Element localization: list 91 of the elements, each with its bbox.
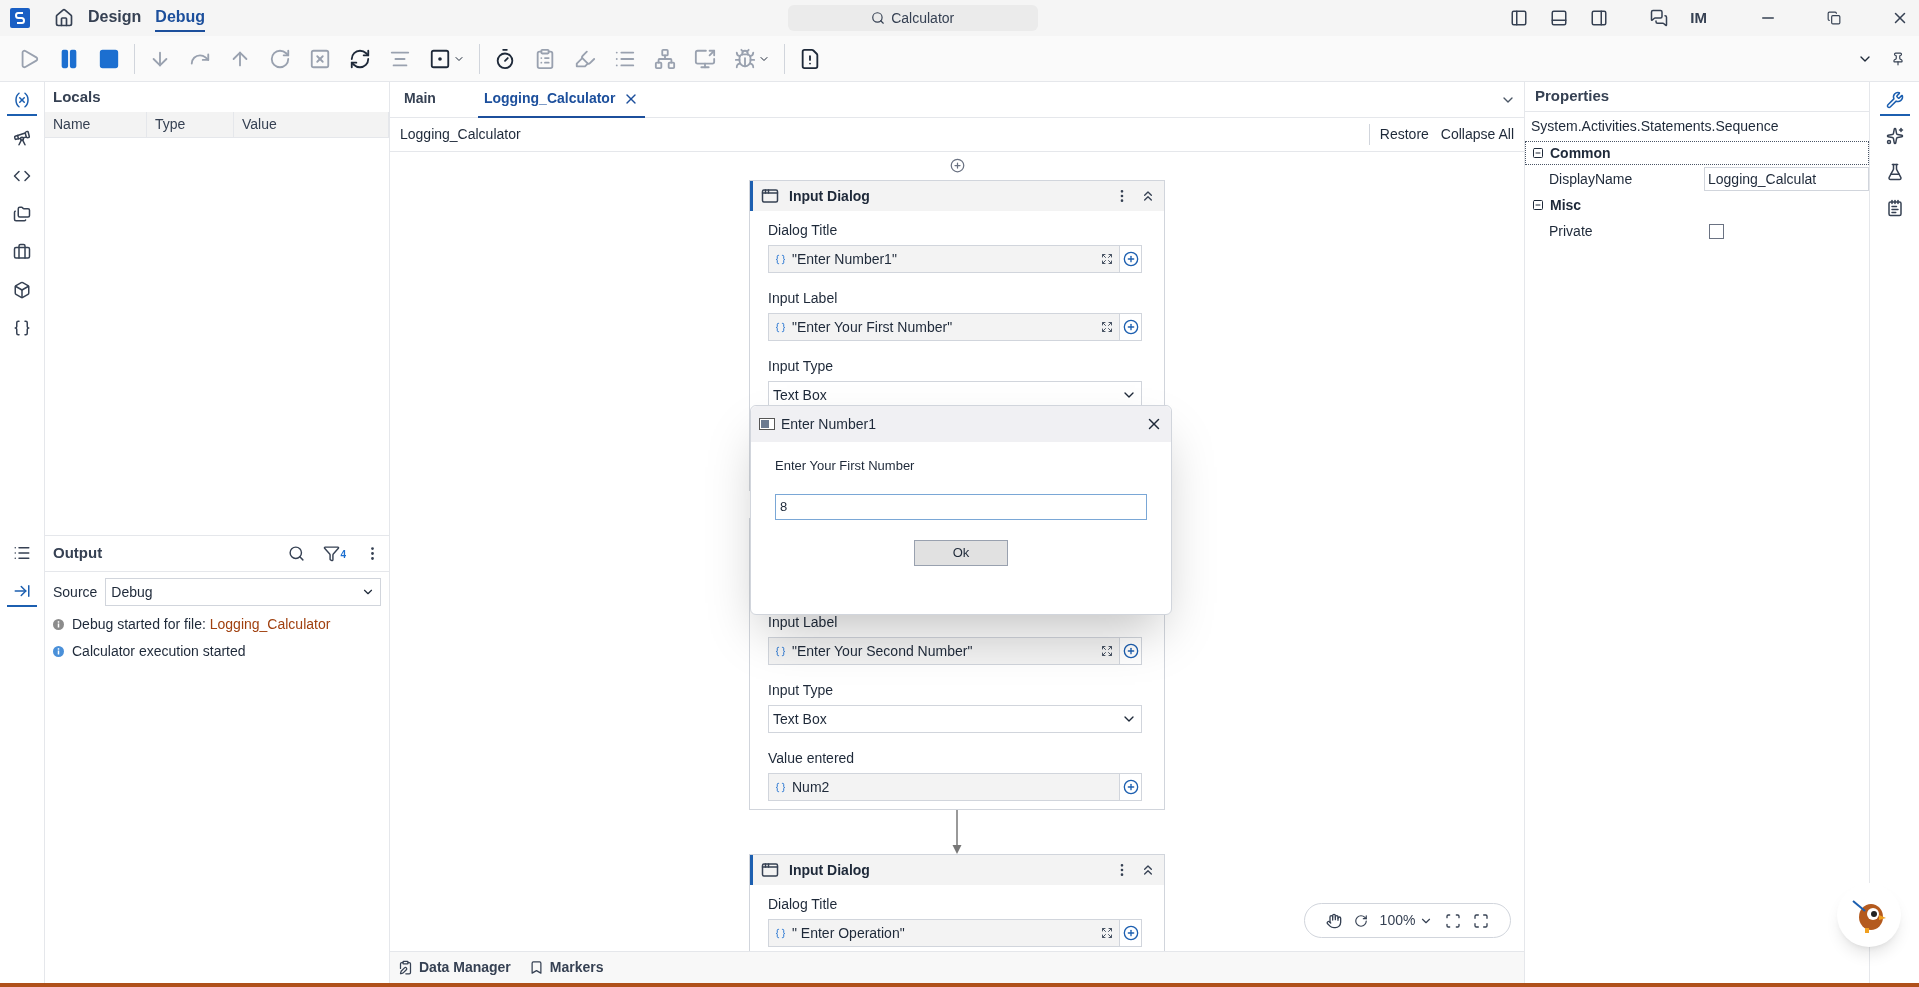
retry-icon [349, 47, 371, 70]
variables-icon [13, 91, 31, 109]
bottom-tab[interactable]: Markers [528, 957, 604, 978]
ok-button[interactable]: Ok [914, 539, 1008, 566]
panel-title: Output [53, 543, 104, 564]
property-name: Private [1549, 221, 1594, 241]
column-header[interactable]: Value [234, 112, 389, 137]
activity-title: Input Dialog [789, 860, 871, 880]
mode-tab[interactable]: Debug [155, 4, 206, 32]
dialog-window-icon [761, 187, 779, 205]
report-icon [799, 47, 821, 70]
field-label: Input Label [768, 289, 839, 308]
source-select[interactable]: Debug [105, 578, 381, 606]
filter-button[interactable]: 4 [323, 545, 346, 562]
mode-tab[interactable]: Design [88, 4, 142, 32]
document-tab[interactable]: Logging_Calculator [477, 81, 646, 118]
source-label: Source [53, 582, 98, 602]
connector-arrow [952, 810, 962, 854]
folders-icon [13, 205, 31, 223]
close-icon [309, 47, 331, 70]
breadcrumb[interactable]: Logging_Calculator [400, 124, 1369, 145]
screen-icon [694, 47, 716, 70]
cube-icon [13, 281, 31, 299]
panel-title: Properties [1535, 86, 1610, 107]
checkbox[interactable] [1709, 223, 1724, 239]
pin-icon[interactable] [1891, 51, 1905, 66]
reset-icon[interactable] [1353, 913, 1368, 928]
output-message: Debug started for file: Logging_Calculator [72, 615, 331, 634]
dialog-prompt: Enter Your First Number [774, 457, 916, 475]
bookmark-icon [528, 960, 544, 975]
left-panel-icon[interactable] [1510, 9, 1529, 27]
fit-icon[interactable] [1445, 912, 1462, 929]
tree-icon [654, 47, 676, 70]
right-panel-icon[interactable] [1590, 9, 1609, 27]
field-label: Dialog Title [768, 221, 839, 240]
zoom-select[interactable]: 100% [1379, 910, 1434, 931]
collapse-icon [1532, 147, 1544, 159]
action-link[interactable]: Collapse All [1440, 124, 1514, 145]
restart-icon [269, 47, 291, 70]
timer-icon [494, 47, 516, 70]
action-link[interactable]: Restore [1379, 124, 1429, 145]
stop-icon [98, 47, 120, 70]
field-label: Input Type [768, 357, 835, 376]
column-header[interactable]: Type [147, 112, 234, 137]
field-label: Input Type [768, 681, 835, 700]
bottom-tab[interactable]: Data Manager [398, 957, 511, 978]
telescope-icon [13, 129, 31, 147]
dialog-window-icon [761, 861, 779, 879]
app-logo [10, 8, 30, 28]
activity-title: Input Dialog [789, 186, 871, 206]
collapse-icon [1532, 199, 1544, 211]
hand-icon[interactable] [1325, 912, 1342, 929]
clipboard-icon [534, 47, 556, 70]
property-name: DisplayName [1549, 169, 1634, 189]
type-name: System.Activities.Statements.Sequence [1530, 117, 1780, 136]
fullscreen-icon[interactable] [1473, 912, 1490, 929]
category-row[interactable]: Common [1525, 141, 1869, 165]
clipboard-icon [398, 960, 413, 975]
bottom-panel-icon[interactable] [1550, 9, 1569, 27]
field-label: Value entered [768, 749, 856, 768]
window-icon [759, 418, 775, 430]
wrench-icon [1885, 91, 1904, 109]
search-icon [871, 11, 886, 25]
flask-icon [1885, 163, 1904, 181]
field-label: Input Label [768, 613, 839, 632]
notes-icon [1885, 199, 1904, 217]
number-input[interactable]: 8 [775, 493, 1147, 520]
feedback-icon[interactable] [1650, 9, 1669, 27]
property-value-field[interactable]: Logging_Calculat [1704, 167, 1869, 191]
bug-icon [734, 47, 756, 70]
list-icon [13, 544, 31, 562]
panel-title: Locals [53, 86, 101, 107]
column-header[interactable]: Name [45, 112, 147, 137]
add-activity-icon[interactable] [949, 158, 965, 173]
search-field[interactable]: Calculator [787, 5, 1038, 31]
toolbox-icon [13, 243, 31, 261]
user-initials[interactable]: IM [1690, 6, 1707, 30]
category-row[interactable]: Misc [1525, 193, 1869, 217]
search-icon[interactable] [288, 545, 306, 562]
document-tab[interactable]: Main [398, 81, 442, 118]
restore-icon[interactable] [1827, 11, 1841, 25]
breakpoint-icon [429, 47, 451, 70]
braces-icon [13, 319, 31, 337]
output-icon [13, 582, 31, 600]
select-field[interactable]: Text Box [768, 705, 1142, 733]
home-icon[interactable] [54, 8, 74, 28]
dialog-title: Enter Number1 [781, 414, 877, 434]
field-label: Dialog Title [768, 895, 839, 914]
filter-icon [323, 545, 341, 562]
sparkles-icon [1885, 127, 1904, 145]
output-message: Calculator execution started [72, 642, 246, 661]
